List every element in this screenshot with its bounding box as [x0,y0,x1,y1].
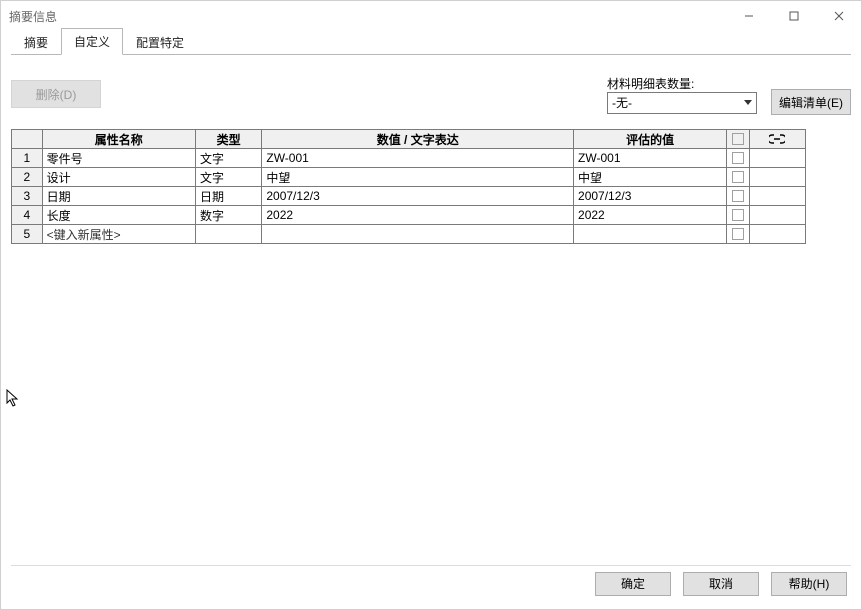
cancel-button[interactable]: 取消 [683,572,759,596]
cell-type[interactable]: 数字 [195,206,261,225]
cell-eval: 2007/12/3 [574,187,727,206]
cell-eval: ZW-001 [574,149,727,168]
checkbox-icon [732,209,744,221]
maximize-button[interactable] [771,1,816,31]
cell-type[interactable] [195,225,261,244]
cell-eval: 中望 [574,168,727,187]
cell-check[interactable] [727,225,749,244]
grid-header-row: 属性名称 类型 数值 / 文字表达 评估的值 [12,130,806,149]
cell-type[interactable]: 文字 [195,168,261,187]
cell-check[interactable] [727,149,749,168]
bom-selected-value: -无- [612,94,632,111]
cell-type[interactable]: 日期 [195,187,261,206]
cell-attr[interactable]: 设计 [42,168,195,187]
row-index: 3 [12,187,43,206]
dialog-window: 摘要信息 摘要 自定义 配置特定 删除(D) 材料明细表数量: -无- 编辑清单… [0,0,862,610]
cell-value[interactable] [262,225,574,244]
cell-link[interactable] [749,168,805,187]
window-control-group [726,1,861,31]
header-link[interactable] [749,130,805,149]
bom-area: 材料明细表数量: -无- [607,75,757,114]
tab-custom[interactable]: 自定义 [61,28,123,55]
cell-type[interactable]: 文字 [195,149,261,168]
grid-wrap: 属性名称 类型 数值 / 文字表达 评估的值 1 [11,129,851,561]
tab-summary[interactable]: 摘要 [11,29,61,55]
checkbox-icon [732,228,744,240]
new-attr-placeholder[interactable]: <键入新属性> [42,225,195,244]
header-check[interactable] [727,130,749,149]
header-corner [12,130,43,149]
cell-eval [574,225,727,244]
row-index: 5 [12,225,43,244]
header-value[interactable]: 数值 / 文字表达 [262,130,574,149]
footer: 确定 取消 帮助(H) [11,565,851,601]
cell-attr[interactable]: 长度 [42,206,195,225]
cell-link[interactable] [749,149,805,168]
delete-button[interactable]: 删除(D) [11,80,101,108]
bom-select[interactable]: -无- [607,92,757,114]
cell-attr[interactable]: 日期 [42,187,195,206]
cell-attr[interactable]: 零件号 [42,149,195,168]
checkbox-icon [732,190,744,202]
row-index: 1 [12,149,43,168]
ok-button[interactable]: 确定 [595,572,671,596]
header-type[interactable]: 类型 [195,130,261,149]
table-row-new[interactable]: 5 <键入新属性> [12,225,806,244]
bom-label: 材料明细表数量: [607,75,757,92]
cell-value[interactable]: 2022 [262,206,574,225]
table-row[interactable]: 4 长度 数字 2022 2022 [12,206,806,225]
help-button[interactable]: 帮助(H) [771,572,847,596]
client-area: 摘要 自定义 配置特定 删除(D) 材料明细表数量: -无- 编辑清单(E) [1,31,861,609]
cell-check[interactable] [727,187,749,206]
cell-link[interactable] [749,206,805,225]
cell-value[interactable]: ZW-001 [262,149,574,168]
table-row[interactable]: 3 日期 日期 2007/12/3 2007/12/3 [12,187,806,206]
titlebar: 摘要信息 [1,1,861,31]
edit-list-button[interactable]: 编辑清单(E) [771,89,851,115]
window-title: 摘要信息 [9,8,57,25]
chevron-down-icon [744,100,752,105]
header-eval[interactable]: 评估的值 [574,130,727,149]
row-index: 2 [12,168,43,187]
cell-check[interactable] [727,168,749,187]
close-button[interactable] [816,1,861,31]
checkbox-icon [732,133,744,145]
checkbox-icon [732,171,744,183]
cell-value[interactable]: 中望 [262,168,574,187]
cell-link[interactable] [749,187,805,206]
row-index: 4 [12,206,43,225]
table-row[interactable]: 2 设计 文字 中望 中望 [12,168,806,187]
cell-link[interactable] [749,225,805,244]
top-row: 删除(D) 材料明细表数量: -无- 编辑清单(E) [11,73,851,115]
properties-grid[interactable]: 属性名称 类型 数值 / 文字表达 评估的值 1 [11,129,806,244]
tab-config[interactable]: 配置特定 [123,29,197,55]
table-row[interactable]: 1 零件号 文字 ZW-001 ZW-001 [12,149,806,168]
cell-check[interactable] [727,206,749,225]
minimize-button[interactable] [726,1,771,31]
cell-value[interactable]: 2007/12/3 [262,187,574,206]
link-icon [754,134,801,144]
cell-eval: 2022 [574,206,727,225]
header-attr[interactable]: 属性名称 [42,130,195,149]
tabstrip: 摘要 自定义 配置特定 [11,31,851,55]
checkbox-icon [732,152,744,164]
